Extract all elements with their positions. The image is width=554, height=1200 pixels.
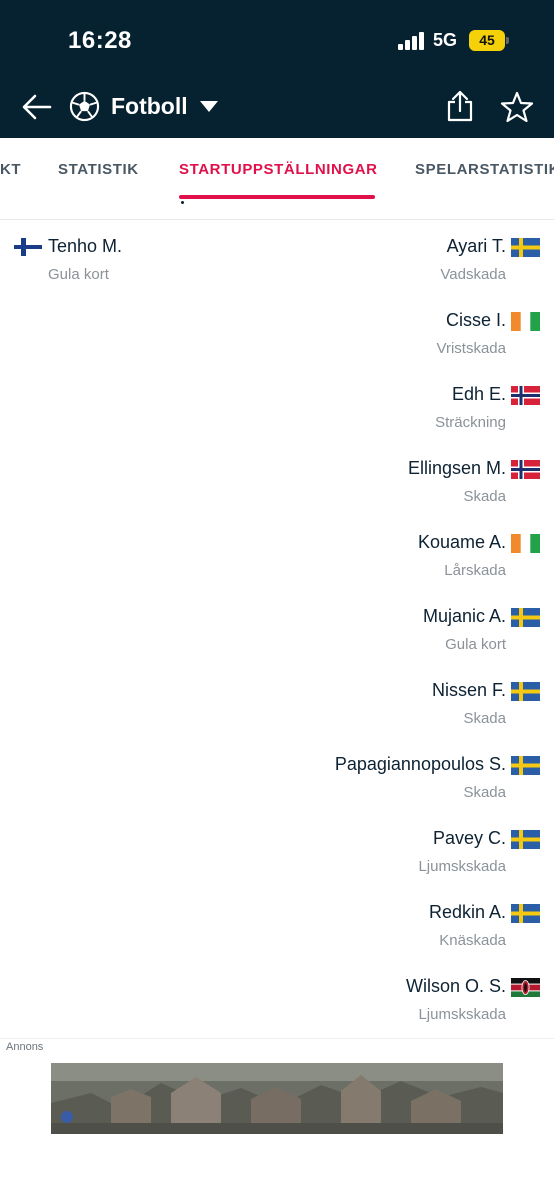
arrow-left-icon — [22, 94, 52, 120]
player-name: Cisse I. — [445, 310, 506, 330]
player-name: Ellingsen M. — [407, 458, 506, 478]
star-icon — [500, 91, 534, 123]
battery-nub — [506, 37, 509, 44]
absence-reason: Vadskada — [440, 266, 506, 283]
right-player-row[interactable]: Kouame A. Lårskada — [0, 532, 554, 582]
app-header: 16:28 5G 45 Fotboll — [0, 0, 554, 138]
ivory-coast-flag-icon — [511, 312, 540, 331]
right-player-row[interactable]: Redkin A. Knäskada — [0, 902, 554, 952]
sweden-flag-icon — [511, 238, 540, 257]
right-player-row[interactable]: Ayari T. Vadskada — [0, 236, 554, 286]
player-name: Wilson O. S. — [405, 976, 506, 996]
player-name: Redkin A. — [428, 902, 506, 922]
tab-spelarstatistik[interactable]: SPELARSTATISTIK — [415, 161, 554, 178]
football-icon[interactable] — [69, 91, 100, 122]
share-button[interactable] — [444, 89, 476, 123]
player-name: Ayari T. — [446, 236, 506, 256]
kenya-flag-icon — [511, 978, 540, 997]
right-player-row[interactable]: Papagiannopoulos S. Skada — [0, 754, 554, 804]
battery-icon: 45 — [469, 30, 505, 51]
ad-banner-image[interactable] — [51, 1063, 503, 1134]
player-name: Nissen F. — [431, 680, 506, 700]
norway-flag-icon — [511, 460, 540, 479]
tab-startuppstallningar[interactable]: STARTUPPSTÄLLNINGAR — [179, 161, 378, 178]
sweden-flag-icon — [511, 756, 540, 775]
sweden-flag-icon — [511, 608, 540, 627]
absence-reason: Ljumskskada — [418, 1006, 506, 1023]
tab-previous[interactable]: KT — [0, 161, 21, 178]
absence-reason: Skada — [463, 710, 506, 727]
back-button[interactable] — [20, 90, 54, 124]
active-tab-indicator — [179, 195, 375, 199]
absence-reason: Skada — [463, 784, 506, 801]
player-name: Papagiannopoulos S. — [334, 754, 506, 774]
norway-flag-icon — [511, 386, 540, 405]
absence-reason: Ljumskskada — [418, 858, 506, 875]
share-icon — [447, 90, 473, 122]
absence-reason: Gula kort — [445, 636, 506, 653]
tab-statistik[interactable]: STATISTIK — [58, 161, 139, 178]
tab-bar: KT STATISTIK STARTUPPSTÄLLNINGAR SPELARS… — [0, 138, 554, 204]
absence-reason: Vristskada — [436, 340, 506, 357]
battery-level: 45 — [479, 32, 495, 48]
absence-reason: Knäskada — [439, 932, 506, 949]
right-player-row[interactable]: Cisse I. Vristskada — [0, 310, 554, 360]
ivory-coast-flag-icon — [511, 534, 540, 553]
right-player-row[interactable]: Mujanic A. Gula kort — [0, 606, 554, 656]
right-player-row[interactable]: Ellingsen M. Skada — [0, 458, 554, 508]
signal-icon — [398, 32, 426, 50]
player-name: Edh E. — [451, 384, 506, 404]
caret-down-icon[interactable] — [200, 100, 218, 112]
sweden-flag-icon — [511, 682, 540, 701]
absence-reason: Sträckning — [435, 414, 506, 431]
ad-container: Annons — [0, 1038, 554, 1200]
right-player-row[interactable]: Edh E. Sträckning — [0, 384, 554, 434]
player-name: Mujanic A. — [422, 606, 506, 626]
sweden-flag-icon — [511, 830, 540, 849]
right-player-row[interactable]: Nissen F. Skada — [0, 680, 554, 730]
status-time: 16:28 — [68, 27, 132, 54]
player-name: Kouame A. — [417, 532, 506, 552]
ad-label: Annons — [6, 1041, 44, 1053]
absence-reason: Lårskada — [444, 562, 506, 579]
right-player-row[interactable]: Wilson O. S. Ljumskskada — [0, 976, 554, 1026]
absence-reason: Skada — [463, 488, 506, 505]
divider — [0, 219, 554, 220]
favorite-button[interactable] — [500, 90, 534, 124]
right-player-row[interactable]: Pavey C. Ljumskskada — [0, 828, 554, 878]
player-name: Pavey C. — [432, 828, 506, 848]
sport-title[interactable]: Fotboll — [111, 93, 188, 120]
sweden-flag-icon — [511, 904, 540, 923]
tab-dot — [181, 201, 184, 204]
network-label: 5G — [433, 30, 458, 50]
